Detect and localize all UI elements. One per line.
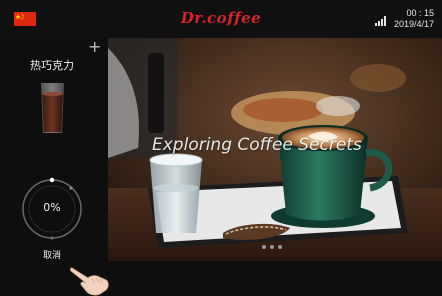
drink-name: 热巧克力 [30, 59, 74, 72]
slide-dot[interactable] [262, 245, 266, 249]
clock-date: 2019/4/17 [393, 19, 434, 29]
slide-pager[interactable] [262, 245, 286, 251]
pointing-hand-icon [70, 267, 109, 296]
slide-caption: Exploring Coffee Secrets [152, 135, 362, 155]
cancel-button[interactable]: 取消 [32, 248, 72, 261]
clock: 00 : 15 2019/4/17 [394, 8, 434, 30]
plus-icon[interactable]: + [88, 39, 101, 55]
slide-dot[interactable] [270, 245, 274, 249]
signal-bars-icon [375, 16, 387, 26]
top-bar: Dr.coffee 00 : 15 2019/4/17 [0, 0, 442, 38]
slide-dot[interactable] [278, 245, 282, 249]
clock-time: 00 : 15 [406, 8, 434, 18]
drink-panel: + 热巧克力 0% 取消 [0, 38, 109, 296]
progress-percent: 0% [43, 201, 61, 214]
hot-chocolate-cup-icon [41, 83, 64, 133]
